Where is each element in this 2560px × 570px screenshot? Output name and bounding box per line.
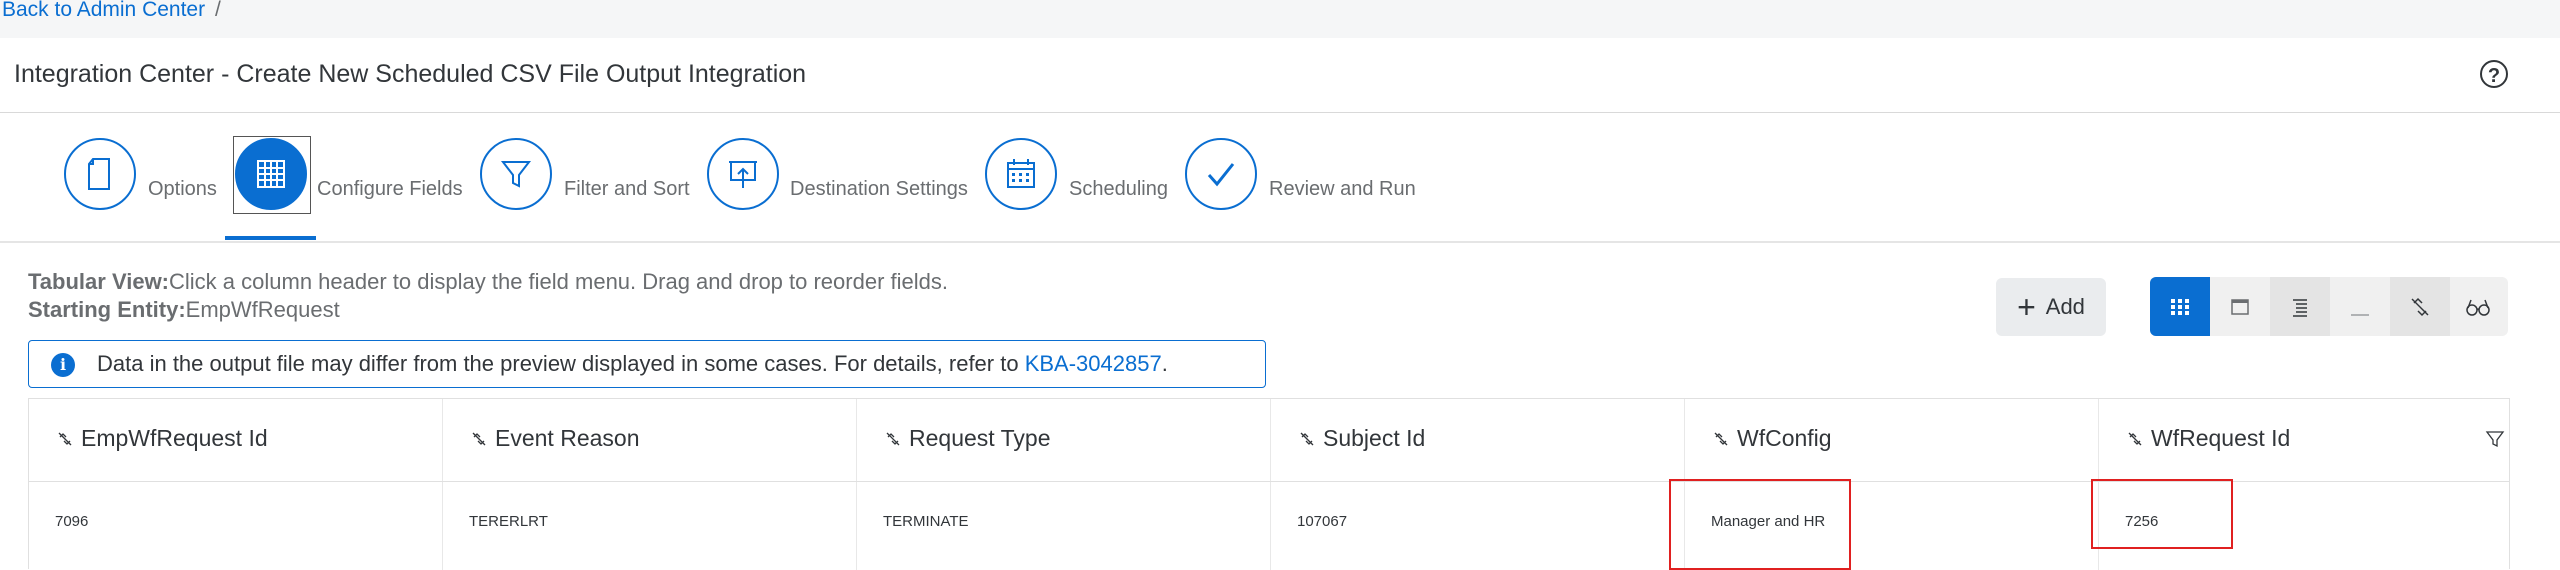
- column-header-event-reason[interactable]: Event Reason: [443, 399, 857, 481]
- notice-message: Data in the output file may differ from …: [97, 351, 1025, 376]
- column-label: Event Reason: [495, 425, 640, 451]
- grid-view-icon[interactable]: [2150, 277, 2210, 336]
- add-button-label: Add: [2045, 294, 2085, 319]
- highlight-box-wfrequest-id: [2091, 479, 2233, 549]
- info-message-strip: i Data in the output file may differ fro…: [28, 340, 1266, 388]
- step-label: Configure Fields: [317, 178, 463, 200]
- column-header-wfconfig[interactable]: WfConfig: [1685, 399, 2099, 481]
- preview-table: EmpWfRequest Id Event Reason Request Typ…: [28, 398, 2510, 570]
- breadcrumb: Back to Admin Center /: [2, 0, 221, 22]
- tabular-view-hint: Tabular View:Click a column header to di…: [28, 268, 948, 296]
- column-label: EmpWfRequest Id: [81, 425, 268, 451]
- notice-suffix: .: [1161, 351, 1168, 376]
- step-label: Options: [148, 178, 217, 200]
- glasses-icon[interactable]: [2448, 277, 2508, 336]
- list-view-icon[interactable]: [2270, 277, 2330, 336]
- grid-icon: [235, 138, 307, 210]
- filter-icon: [480, 138, 552, 210]
- unlink-icon: [472, 432, 486, 446]
- table-cell: TERERLRT: [443, 482, 857, 570]
- presentation-icon: [707, 138, 779, 210]
- add-button[interactable]: + Add: [1996, 278, 2106, 336]
- underline-icon[interactable]: [2330, 277, 2390, 336]
- cell-value: 107067: [1297, 513, 1348, 530]
- unlink-icon: [1300, 432, 1314, 446]
- view-toggle-group: [2150, 277, 2508, 336]
- highlight-box-wfconfig: [1669, 479, 1851, 570]
- step-label: Filter and Sort: [564, 178, 690, 200]
- table-cell: 7096: [29, 482, 443, 570]
- column-label: WfConfig: [1737, 425, 1832, 451]
- column-header-empwfrequest-id[interactable]: EmpWfRequest Id: [29, 399, 443, 481]
- filter-icon[interactable]: [2485, 429, 2505, 449]
- breadcrumb-separator: /: [214, 0, 221, 21]
- column-label: Subject Id: [1323, 425, 1426, 451]
- cell-value: TERERLRT: [469, 513, 548, 530]
- wizard-stepper: Options Configure Fields Filter and Sort…: [0, 113, 2560, 243]
- starting-entity: Starting Entity:EmpWfRequest: [28, 296, 948, 324]
- plus-icon: +: [2017, 289, 2036, 325]
- unlink-icon: [886, 432, 900, 446]
- table-cell: TERMINATE: [857, 482, 1271, 570]
- column-header-request-type[interactable]: Request Type: [857, 399, 1271, 481]
- starting-entity-label: Starting Entity:: [28, 297, 186, 322]
- unlink-icon[interactable]: [2390, 277, 2450, 336]
- unlink-icon: [58, 432, 72, 446]
- active-step-indicator: [225, 236, 316, 240]
- page-header: Integration Center - Create New Schedule…: [0, 38, 2560, 113]
- cell-value: 7096: [55, 513, 89, 530]
- document-icon: [64, 138, 136, 210]
- tabular-view-text: Click a column header to display the fie…: [169, 269, 948, 294]
- tabular-view-label: Tabular View:: [28, 269, 170, 294]
- step-label: Destination Settings: [790, 178, 968, 200]
- notice-text: Data in the output file may differ from …: [97, 351, 1168, 377]
- content-info: Tabular View:Click a column header to di…: [28, 268, 948, 324]
- kba-link[interactable]: KBA-3042857: [1025, 351, 1162, 376]
- checkmark-icon: [1185, 138, 1257, 210]
- page-title: Integration Center - Create New Schedule…: [14, 60, 807, 88]
- unlink-icon: [1714, 432, 1728, 446]
- help-icon[interactable]: ?: [2480, 60, 2508, 88]
- table-cell: 107067: [1271, 482, 1685, 570]
- step-label: Review and Run: [1269, 178, 1416, 200]
- column-label: WfRequest Id: [2151, 425, 2291, 451]
- window-view-icon[interactable]: [2210, 277, 2270, 336]
- column-header-subject-id[interactable]: Subject Id: [1271, 399, 1685, 481]
- unlink-icon: [2128, 432, 2142, 446]
- column-header-wfrequest-id[interactable]: WfRequest Id: [2099, 399, 2509, 481]
- breadcrumb-bar: Back to Admin Center /: [0, 0, 2560, 38]
- calendar-icon: [985, 138, 1057, 210]
- info-icon: i: [51, 353, 75, 377]
- cell-value: TERMINATE: [883, 513, 969, 530]
- starting-entity-value: EmpWfRequest: [185, 297, 340, 322]
- step-label: Scheduling: [1069, 178, 1168, 200]
- column-label: Request Type: [909, 425, 1051, 451]
- back-to-admin-center-link[interactable]: Back to Admin Center: [2, 0, 205, 21]
